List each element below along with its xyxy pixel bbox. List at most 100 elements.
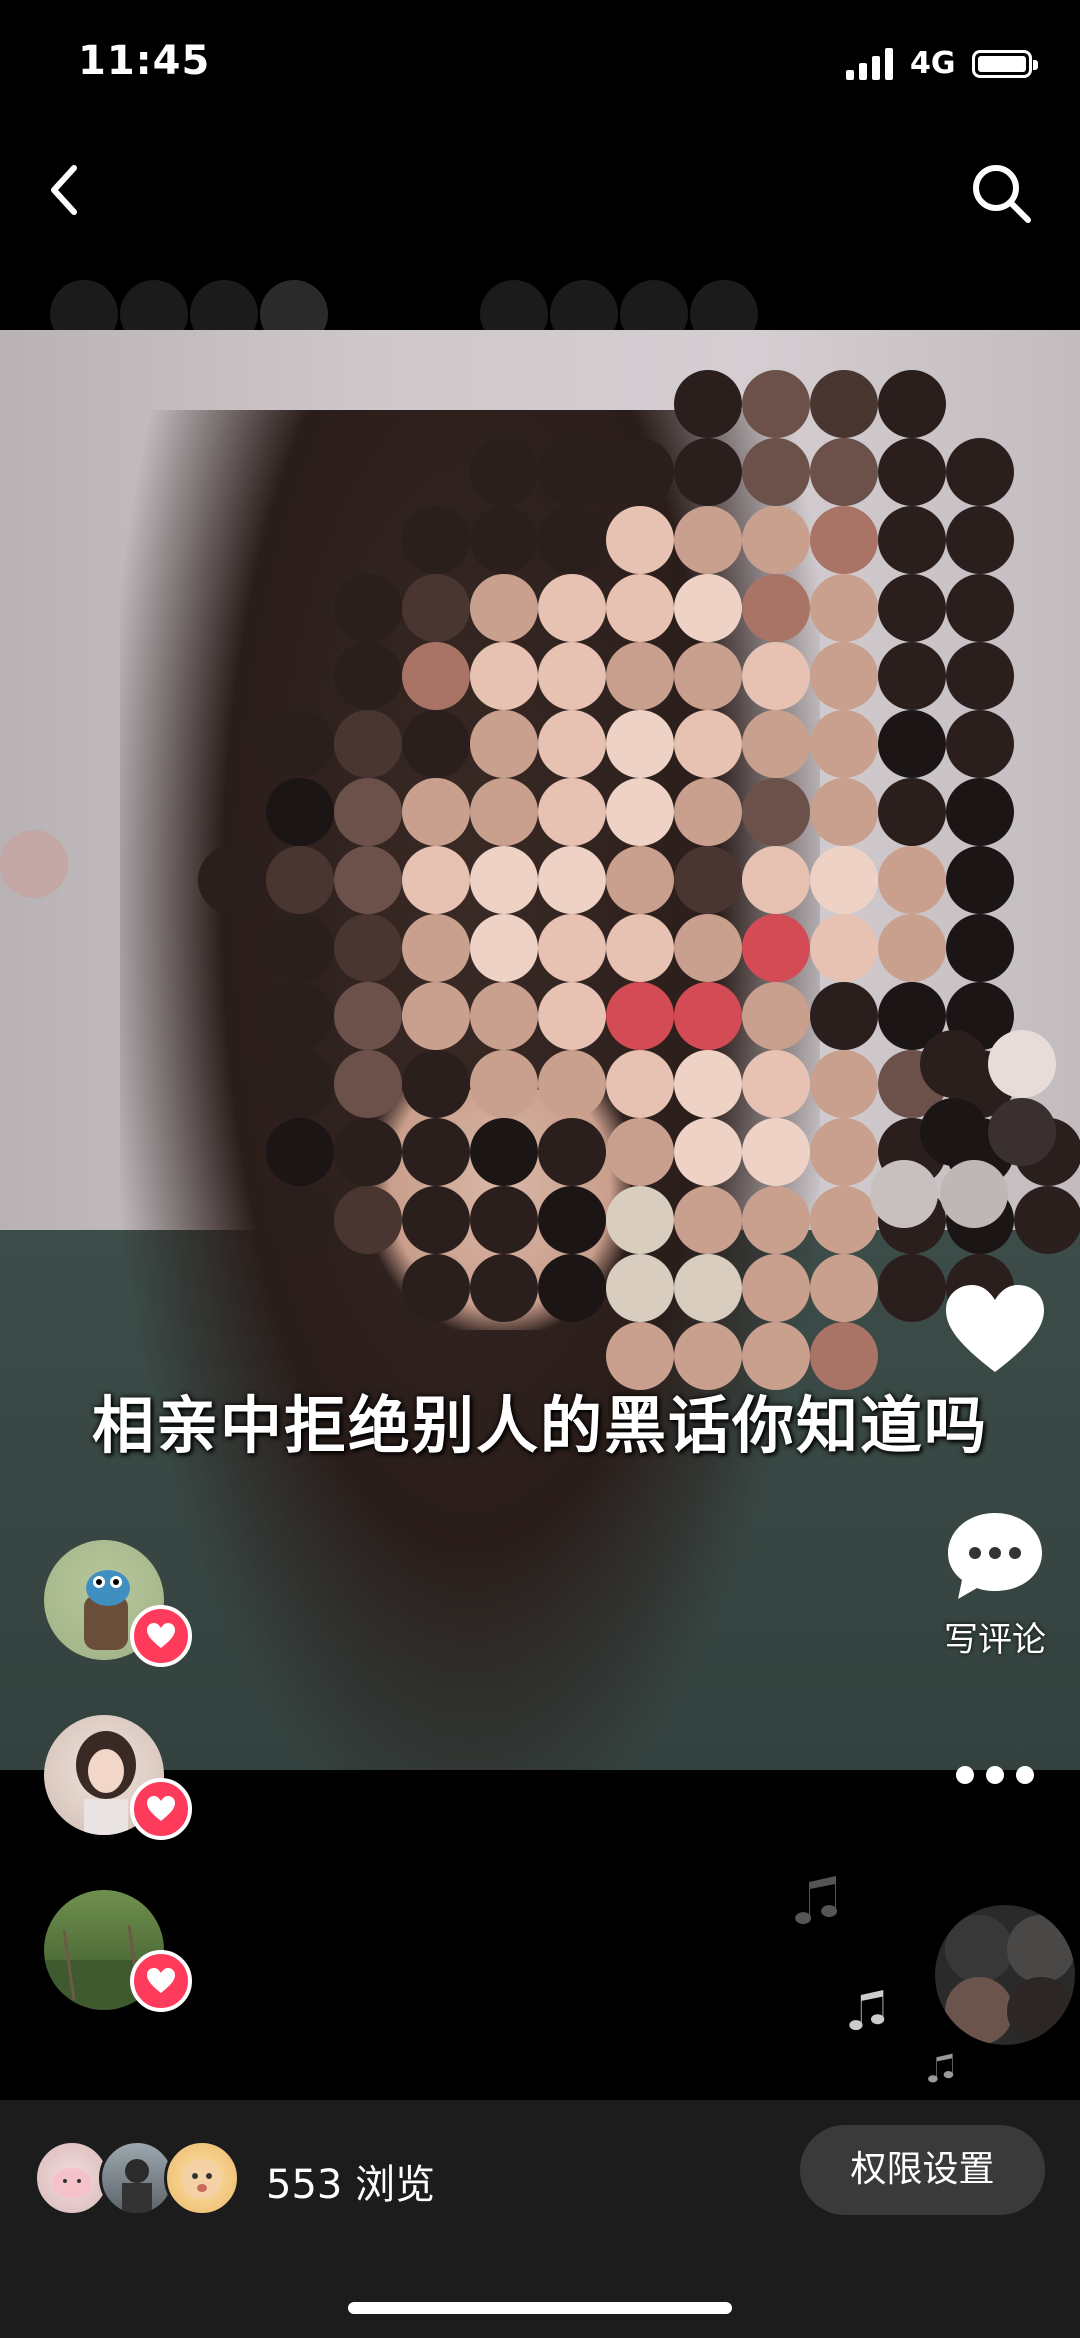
mosaic-dot xyxy=(606,1254,674,1322)
mosaic-dot xyxy=(742,1050,810,1118)
mosaic-dot xyxy=(334,778,402,846)
mosaic-dot xyxy=(946,846,1014,914)
mosaic-dot xyxy=(334,846,402,914)
view-count: 553 浏览 xyxy=(266,2162,436,2208)
mosaic-dot xyxy=(606,1118,674,1186)
mosaic-dot xyxy=(810,778,878,846)
mosaic-dot xyxy=(674,914,742,982)
mosaic-dot xyxy=(878,846,946,914)
mosaic-dot xyxy=(470,1050,538,1118)
comment-label[interactable]: 写评论 xyxy=(920,1612,1070,1661)
mosaic-dot xyxy=(538,1050,606,1118)
mosaic-dot xyxy=(742,574,810,642)
mosaic-dot xyxy=(878,914,946,982)
mosaic-dot xyxy=(878,710,946,778)
search-icon[interactable] xyxy=(968,160,1034,226)
mosaic-dot xyxy=(674,370,742,438)
mosaic-dot xyxy=(1014,1186,1080,1254)
mosaic-dot xyxy=(946,642,1014,710)
music-note-icon xyxy=(928,2053,954,2083)
mosaic-dot xyxy=(878,642,946,710)
mosaic-dot xyxy=(946,506,1014,574)
mosaic-dot xyxy=(674,642,742,710)
mosaic-dot xyxy=(810,642,878,710)
battery-icon xyxy=(972,50,1038,78)
mosaic-dot xyxy=(878,574,946,642)
mosaic-dot xyxy=(470,1254,538,1322)
mosaic-dot xyxy=(742,506,810,574)
mosaic-dot xyxy=(946,574,1014,642)
mosaic-dot xyxy=(266,778,334,846)
mosaic-dot xyxy=(334,1118,402,1186)
mosaic-dot xyxy=(538,710,606,778)
mosaic-dot xyxy=(402,574,470,642)
more-dots-icon[interactable] xyxy=(950,1760,1040,1790)
mosaic-dot xyxy=(334,1050,402,1118)
top-nav xyxy=(0,130,1080,250)
mosaic-dot xyxy=(470,982,538,1050)
mosaic-dot xyxy=(742,438,810,506)
mosaic-dot xyxy=(606,846,674,914)
mosaic-dot xyxy=(402,1186,470,1254)
mosaic-dot xyxy=(470,506,538,574)
mosaic-dot xyxy=(810,982,878,1050)
mosaic-dot xyxy=(402,506,470,574)
mosaic-dot xyxy=(470,710,538,778)
mosaic-dot xyxy=(810,370,878,438)
status-bar: 11:45 4G xyxy=(0,0,1080,130)
mosaic-dot xyxy=(266,1050,334,1118)
mosaic-dot xyxy=(988,1098,1056,1166)
mosaic-dot xyxy=(538,1254,606,1322)
mosaic-dot xyxy=(878,438,946,506)
mosaic-dot xyxy=(988,1030,1056,1098)
mosaic-dot xyxy=(606,642,674,710)
mosaic-dot xyxy=(470,778,538,846)
mosaic-dot xyxy=(334,642,402,710)
mosaic-dot xyxy=(334,574,402,642)
home-indicator[interactable] xyxy=(348,2302,732,2314)
mosaic-dot xyxy=(198,846,266,914)
back-icon[interactable] xyxy=(44,160,84,220)
mosaic-dot xyxy=(538,982,606,1050)
mosaic-dot xyxy=(402,1254,470,1322)
mosaic-dot xyxy=(266,1118,334,1186)
mosaic-dot xyxy=(674,574,742,642)
mosaic-dot xyxy=(606,438,674,506)
permission-settings-button[interactable]: 权限设置 xyxy=(800,2125,1045,2215)
mosaic-dot xyxy=(0,830,68,898)
mosaic-dot xyxy=(538,1118,606,1186)
mosaic-dot xyxy=(538,1186,606,1254)
mosaic-dot xyxy=(538,642,606,710)
mosaic-dot xyxy=(402,642,470,710)
mosaic-dot xyxy=(674,982,742,1050)
mosaic-dot xyxy=(606,574,674,642)
mosaic-dot xyxy=(742,642,810,710)
mosaic-dot xyxy=(810,506,878,574)
mosaic-dot xyxy=(810,574,878,642)
mosaic-dot xyxy=(606,778,674,846)
mosaic-dot xyxy=(470,1118,538,1186)
mosaic-dot xyxy=(810,1186,878,1254)
mosaic-dot xyxy=(810,1050,878,1118)
mosaic-dot xyxy=(810,1254,878,1322)
mosaic-dot xyxy=(674,1050,742,1118)
mosaic-dot xyxy=(606,1186,674,1254)
mosaic-dot xyxy=(674,778,742,846)
small-heart-icon xyxy=(147,1968,175,1993)
mosaic-dot xyxy=(538,914,606,982)
mosaic-dot xyxy=(810,846,878,914)
viewer-avatar-3[interactable] xyxy=(164,2140,240,2216)
video-player[interactable] xyxy=(0,330,1080,1770)
like-heart-icon[interactable] xyxy=(940,1280,1050,1380)
mosaic-dot xyxy=(920,1030,988,1098)
mosaic-dot xyxy=(470,438,538,506)
mosaic-dot xyxy=(266,846,334,914)
music-disc[interactable] xyxy=(935,1905,1075,2045)
mosaic-dot xyxy=(402,846,470,914)
comment-icon[interactable] xyxy=(940,1505,1050,1605)
mosaic-dot xyxy=(742,1254,810,1322)
mosaic-dot xyxy=(742,846,810,914)
mosaic-dot xyxy=(402,982,470,1050)
mosaic-dot xyxy=(402,1050,470,1118)
mosaic-dot xyxy=(538,846,606,914)
